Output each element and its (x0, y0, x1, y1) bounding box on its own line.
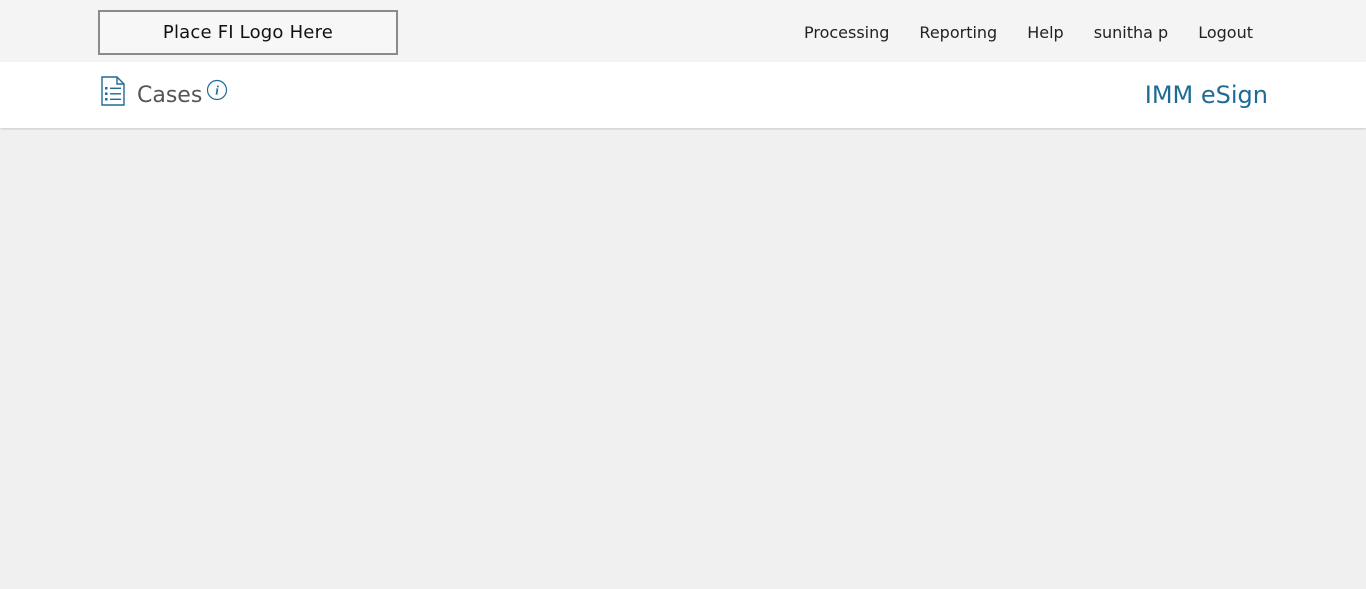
logo-placeholder: Place FI Logo Here (98, 10, 398, 55)
svg-text:i: i (215, 83, 219, 98)
main-nav: Processing Reporting Help sunitha p Logo… (774, 22, 1253, 44)
page-header: Cases i IMM eSign (0, 62, 1366, 128)
page-title: Cases (137, 83, 203, 108)
nav-logout[interactable]: Logout (1198, 22, 1253, 44)
main-content-area (0, 130, 1366, 589)
nav-reporting[interactable]: Reporting (919, 22, 997, 44)
app-name: IMM eSign (1144, 81, 1268, 109)
nav-processing[interactable]: Processing (804, 22, 889, 44)
list-document-icon (100, 76, 126, 106)
nav-user-name[interactable]: sunitha p (1094, 22, 1169, 44)
info-icon[interactable]: i (206, 79, 228, 101)
nav-help[interactable]: Help (1027, 22, 1063, 44)
top-bar: Place FI Logo Here Processing Reporting … (0, 0, 1366, 62)
